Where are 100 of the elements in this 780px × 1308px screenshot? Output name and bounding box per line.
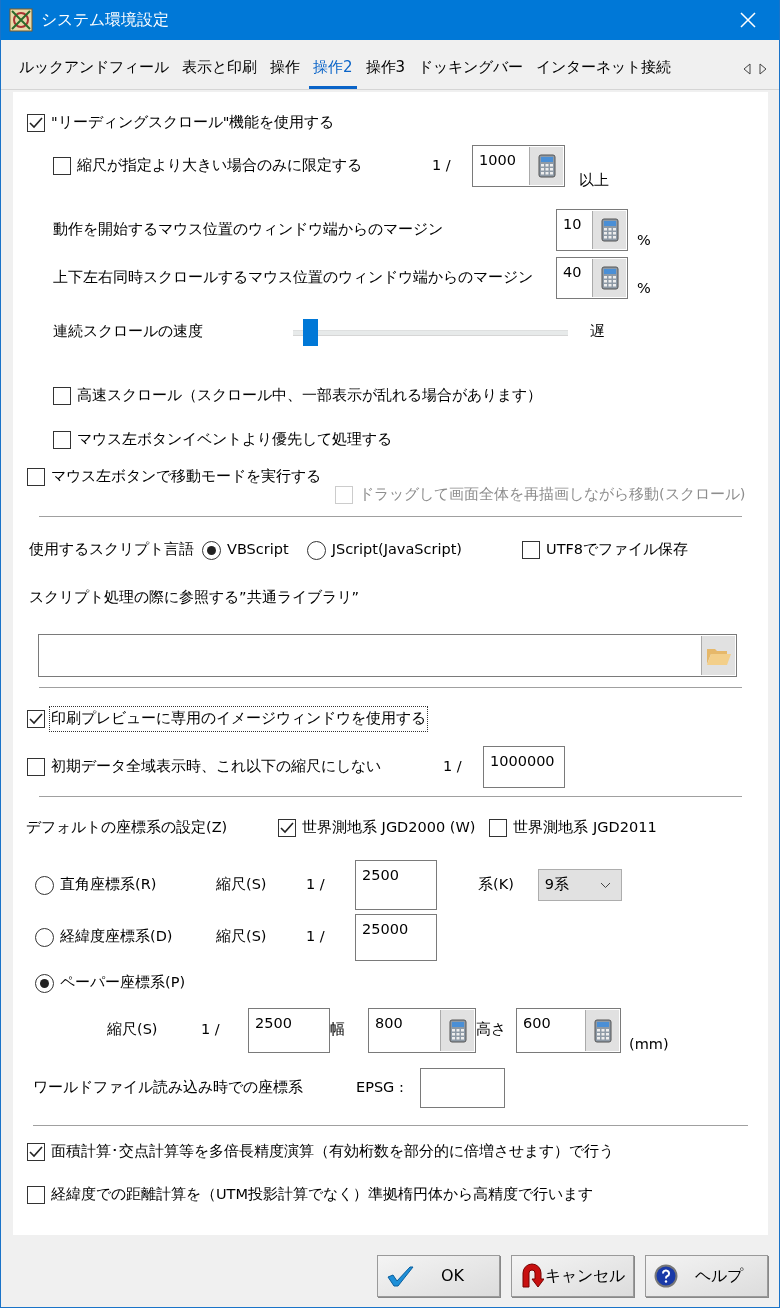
setting-label: 高さ (476, 1020, 507, 1039)
zone-label: 系(K) (478, 875, 514, 895)
zone-dropdown[interactable]: 9系 (537, 869, 622, 901)
checkbox-label: ドラッグして画面全体を再描画しながら移動(スクロール) (359, 485, 746, 505)
scroll-left-icon[interactable] (743, 63, 751, 75)
tab[interactable]: ルックアンドフィール (15, 55, 173, 89)
checkbox[interactable] (27, 468, 45, 486)
radio-label: ペーパー座標系(P) (60, 973, 186, 993)
calculator-button[interactable] (529, 147, 563, 185)
calculator-icon (593, 1018, 612, 1043)
u-turn-arrow-icon (520, 1263, 544, 1289)
input-field[interactable]: 10 (556, 209, 628, 251)
input-field[interactable]: 1000 (472, 145, 565, 187)
radio-button[interactable] (306, 540, 326, 560)
calculator-icon (600, 218, 619, 242)
unit-label: % (637, 231, 651, 251)
calculator-button[interactable] (592, 211, 626, 249)
checkbox[interactable] (27, 1142, 45, 1161)
scale-label: 縮尺(S) (107, 1020, 159, 1039)
checkbox-label: 高速スクロール（スクロール中、一部表示が乱れる場合があります） (77, 386, 542, 406)
checkbox-label: 世界測地系 JGD2011 (513, 818, 657, 838)
unit-label: % (637, 279, 651, 299)
checkbox-label: 印刷プレビューに専用のイメージウィンドウを使用する (51, 708, 426, 730)
calculator-icon (448, 1018, 467, 1043)
checkbox-label: 経緯度での距離計算を（UTM投影計算でなく）準拠楕円体から高精度で行います (51, 1184, 593, 1204)
slider-label: 遅 (590, 322, 605, 342)
scale-prefix: 1 / (432, 156, 452, 176)
input-field[interactable]: 2500 (355, 860, 437, 910)
app-logo-icon (9, 8, 33, 32)
scroll-right-icon[interactable] (759, 63, 767, 75)
calculator-button[interactable] (585, 1010, 619, 1051)
help-button[interactable]: ヘルプ (645, 1255, 768, 1297)
radio-label: JScript(JavaScript) (331, 540, 462, 560)
setting-label: 使用するスクリプト言語 (29, 540, 194, 560)
close-icon[interactable] (739, 11, 757, 29)
scale-prefix: 1 / (306, 875, 326, 895)
radio-label: VBScript (227, 540, 289, 560)
setting-label: EPSG : (356, 1078, 405, 1098)
tab[interactable]: 操作3 (361, 55, 410, 89)
scale-label: 縮尺(S) (216, 927, 268, 947)
calculator-button[interactable] (440, 1010, 474, 1051)
scale-prefix: 1 / (306, 927, 326, 947)
unit-label: 以上 (579, 171, 609, 191)
scale-prefix: 1 / (201, 1020, 221, 1039)
input-field[interactable]: 2500 (248, 1008, 330, 1053)
checkbox[interactable] (27, 710, 45, 728)
radio-label: 経緯度座標系(D) (60, 927, 173, 947)
tab[interactable]: 表示と印刷 (178, 55, 261, 89)
checkbox[interactable] (27, 1185, 45, 1204)
radio-label: 直角座標系(R) (60, 875, 157, 895)
checkbox-label: 縮尺が指定より大きい場合のみに限定する (77, 156, 362, 176)
checkbox-label: UTF8でファイル保存 (546, 540, 689, 560)
check-icon (386, 1265, 414, 1287)
tab[interactable]: 操作2 (309, 55, 357, 89)
help-icon (654, 1264, 678, 1288)
checkbox-label: 面積計算･交点計算等を多倍長精度演算（有効桁数を部分的に倍増させます）で行う (51, 1141, 614, 1161)
checkbox[interactable] (489, 819, 508, 837)
cancel-button[interactable]: キャンセル (511, 1255, 634, 1297)
window-title: システム環境設定 (41, 9, 169, 31)
caret-icon (599, 881, 611, 889)
setting-label: 幅 (330, 1020, 346, 1039)
tab[interactable]: 操作 (266, 55, 304, 89)
input-field[interactable] (420, 1068, 505, 1108)
tab[interactable]: ドッキングバー (414, 55, 528, 89)
scale-label: 縮尺(S) (216, 875, 268, 895)
input-field[interactable]: 600 (516, 1008, 621, 1053)
checkbox-label: マウス左ボタンイベントより優先して処理する (77, 430, 392, 450)
radio-button[interactable] (202, 540, 221, 560)
slider-thumb[interactable] (303, 318, 319, 346)
input-field[interactable]: 800 (368, 1008, 476, 1053)
checkbox[interactable] (53, 431, 71, 449)
input-field[interactable]: 40 (556, 257, 628, 299)
radio-button[interactable] (35, 927, 54, 947)
setting-label: 上下左右同時スクロールするマウス位置のウィンドウ端からのマージン (53, 268, 534, 288)
checkbox-label: "リーディングスクロール"機能を使用する (51, 113, 335, 133)
checkbox[interactable] (53, 387, 71, 405)
scale-prefix: 1 / (443, 757, 463, 777)
ok-button[interactable]: OK (377, 1255, 500, 1297)
setting-label: デフォルトの座標系の設定(Z) (26, 818, 229, 838)
checkbox-label: 初期データ全域表示時、これ以下の縮尺にしない (51, 757, 381, 777)
setting-label: 動作を開始するマウス位置のウィンドウ端からのマージン (53, 220, 444, 240)
calculator-icon (537, 154, 556, 178)
input-field[interactable]: 25000 (355, 913, 437, 961)
setting-label: 連続スクロールの速度 (53, 322, 204, 342)
checkbox[interactable] (27, 758, 45, 776)
input-field[interactable] (38, 634, 737, 677)
calculator-button[interactable] (592, 259, 626, 297)
tab[interactable]: インターネット接続 (532, 55, 676, 89)
radio-button[interactable] (35, 875, 54, 895)
setting-label: スクリプト処理の際に参照する”共通ライブラリ” (29, 588, 360, 608)
calculator-icon (600, 266, 619, 290)
radio-button[interactable] (35, 973, 54, 993)
setting-label: ワールドファイル読み込み時での座標系 (33, 1078, 304, 1098)
checkbox-label: マウス左ボタンで移動モードを実行する (51, 467, 321, 487)
checkbox[interactable] (278, 819, 296, 837)
checkbox[interactable] (53, 157, 71, 175)
checkbox-label: 世界測地系 JGD2000 (W) (302, 818, 476, 838)
input-field[interactable]: 1000000 (483, 746, 565, 788)
checkbox[interactable] (27, 114, 45, 132)
checkbox[interactable] (522, 541, 540, 559)
